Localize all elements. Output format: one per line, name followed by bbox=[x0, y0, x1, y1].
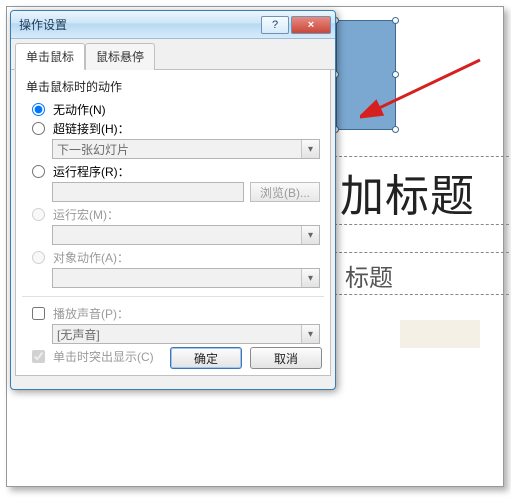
check-highlight-label: 单击时突出显示(C) bbox=[53, 348, 154, 365]
radio-object-action bbox=[32, 251, 45, 264]
slide-shape-selected[interactable] bbox=[336, 20, 396, 130]
macro-combo: ▾ bbox=[52, 225, 320, 245]
browse-button[interactable]: 浏览(B)... bbox=[250, 182, 320, 202]
dialog-footer: 确定 取消 bbox=[170, 347, 322, 369]
macro-combo-row: ▾ bbox=[52, 225, 320, 245]
check-play-sound-label: 播放声音(P)： bbox=[53, 305, 129, 322]
separator bbox=[22, 296, 324, 297]
radio-none[interactable] bbox=[32, 103, 45, 116]
program-combo-row: 浏览(B)... bbox=[52, 182, 320, 202]
program-path-field[interactable] bbox=[52, 182, 244, 202]
tab-mouse-hover[interactable]: 鼠标悬停 bbox=[85, 43, 155, 70]
cancel-button[interactable]: 取消 bbox=[250, 347, 322, 369]
resize-handle[interactable] bbox=[392, 71, 399, 78]
radio-object-action-label: 对象动作(A)： bbox=[53, 249, 129, 266]
radio-run-macro bbox=[32, 208, 45, 221]
tab-strip: 单击鼠标 鼠标悬停 bbox=[11, 39, 335, 70]
sound-combo-value: [无声音] bbox=[57, 326, 100, 343]
sound-combo[interactable]: [无声音] ▾ bbox=[52, 324, 320, 344]
object-combo-row: ▾ bbox=[52, 268, 320, 288]
close-button[interactable]: × bbox=[291, 16, 331, 34]
object-action-combo: ▾ bbox=[52, 268, 320, 288]
hyperlink-combo[interactable]: 下一张幻灯片 ▾ bbox=[52, 139, 320, 159]
check-row-play-sound[interactable]: 播放声音(P)： bbox=[32, 305, 320, 322]
hyperlink-combo-value: 下一张幻灯片 bbox=[57, 141, 129, 158]
radio-run-macro-label: 运行宏(M)： bbox=[53, 206, 119, 223]
ok-button[interactable]: 确定 bbox=[170, 347, 242, 369]
resize-handle[interactable] bbox=[392, 17, 399, 24]
chevron-down-icon[interactable]: ▾ bbox=[301, 325, 319, 343]
placeholder-border bbox=[334, 224, 509, 225]
radio-hyperlink[interactable] bbox=[32, 122, 45, 135]
group-title: 单击鼠标时的动作 bbox=[26, 78, 320, 95]
chevron-down-icon: ▾ bbox=[301, 269, 319, 287]
radio-row-none[interactable]: 无动作(N) bbox=[32, 101, 320, 118]
sound-combo-row: [无声音] ▾ bbox=[52, 324, 320, 344]
dialog-title: 操作设置 bbox=[19, 16, 259, 33]
slide-title-placeholder[interactable]: 加标题 bbox=[340, 160, 475, 224]
radio-row-run-macro: 运行宏(M)： bbox=[32, 206, 320, 223]
action-settings-dialog: 操作设置 ? × 单击鼠标 鼠标悬停 单击鼠标时的动作 无动作(N) 超链接到(… bbox=[10, 10, 336, 390]
radio-hyperlink-label: 超链接到(H)： bbox=[53, 120, 130, 137]
radio-row-run-program[interactable]: 运行程序(R)： bbox=[32, 163, 320, 180]
placeholder-border bbox=[334, 252, 509, 253]
radio-row-object-action: 对象动作(A)： bbox=[32, 249, 320, 266]
radio-run-program-label: 运行程序(R)： bbox=[53, 163, 130, 180]
check-play-sound[interactable] bbox=[32, 307, 45, 320]
help-button[interactable]: ? bbox=[261, 16, 289, 34]
dialog-titlebar[interactable]: 操作设置 ? × bbox=[11, 11, 335, 39]
hyperlink-combo-row: 下一张幻灯片 ▾ bbox=[52, 139, 320, 159]
radio-row-hyperlink[interactable]: 超链接到(H)： bbox=[32, 120, 320, 137]
dialog-panel: 单击鼠标时的动作 无动作(N) 超链接到(H)： 下一张幻灯片 ▾ 运行程序(R… bbox=[15, 70, 331, 376]
radio-none-label: 无动作(N) bbox=[53, 101, 106, 118]
chevron-down-icon[interactable]: ▾ bbox=[301, 140, 319, 158]
slide-subtitle-placeholder[interactable]: 标题 bbox=[345, 258, 393, 293]
tab-mouse-click[interactable]: 单击鼠标 bbox=[15, 43, 85, 70]
placeholder-border bbox=[334, 156, 509, 157]
check-highlight bbox=[32, 350, 45, 363]
chevron-down-icon: ▾ bbox=[301, 226, 319, 244]
resize-handle[interactable] bbox=[392, 126, 399, 133]
placeholder-border bbox=[334, 294, 509, 295]
radio-run-program[interactable] bbox=[32, 165, 45, 178]
slide-box bbox=[400, 320, 480, 348]
